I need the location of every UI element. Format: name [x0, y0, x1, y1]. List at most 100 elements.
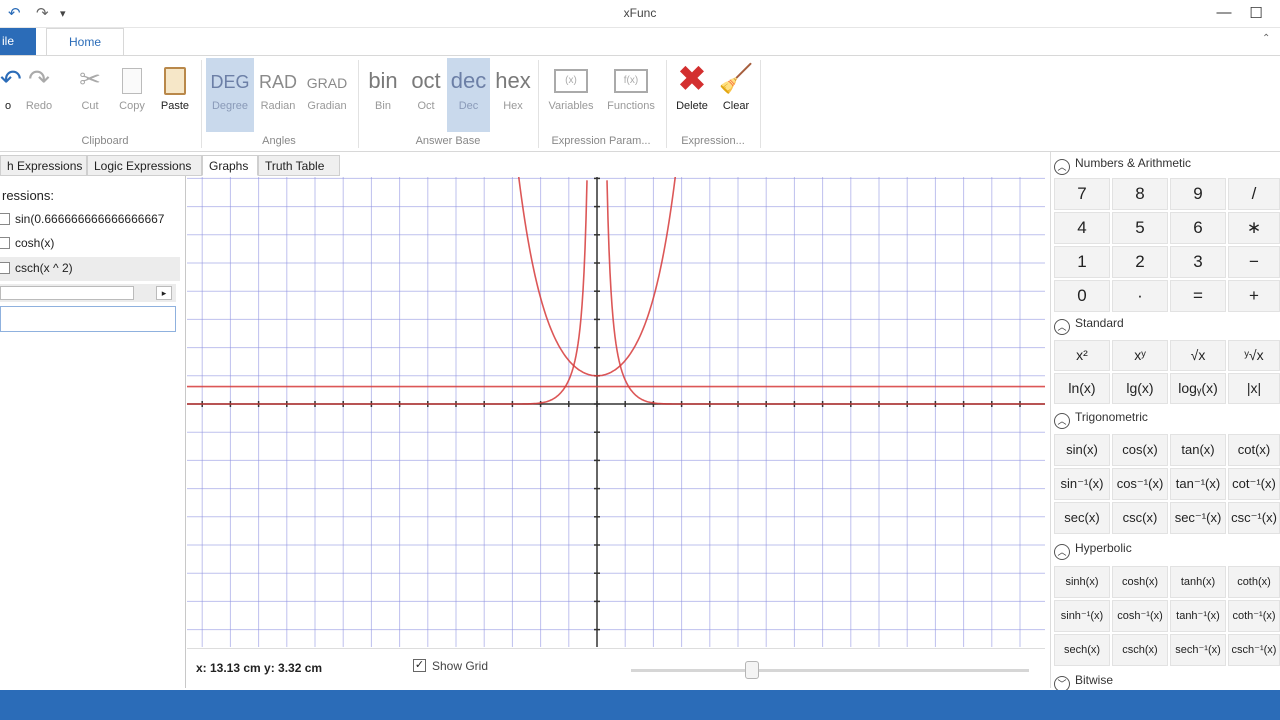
- trig-key[interactable]: tan(x): [1170, 434, 1226, 466]
- expression-checkbox[interactable]: [0, 237, 10, 249]
- trig-section-header[interactable]: ︿ Trigonometric: [1054, 410, 1148, 432]
- trig-key[interactable]: csc⁻¹(x): [1228, 502, 1280, 534]
- dec-button[interactable]: dec Dec: [447, 58, 490, 132]
- number-key[interactable]: ∗: [1228, 212, 1280, 244]
- collapse-ribbon-icon[interactable]: ⌃: [1262, 33, 1270, 44]
- expression-checkbox[interactable]: [0, 213, 10, 225]
- tab-truth-table[interactable]: Truth Table: [258, 155, 340, 176]
- number-key[interactable]: 0: [1054, 280, 1110, 312]
- trig-key[interactable]: sec(x): [1054, 502, 1110, 534]
- number-key[interactable]: /: [1228, 178, 1280, 210]
- hyperbolic-key[interactable]: sech⁻¹(x): [1170, 634, 1226, 666]
- tab-home[interactable]: Home: [46, 28, 124, 56]
- number-key[interactable]: 3: [1170, 246, 1226, 278]
- standard-key[interactable]: logᵧ(x): [1170, 373, 1226, 404]
- zoom-slider-thumb[interactable]: [745, 661, 759, 679]
- number-key[interactable]: 7: [1054, 178, 1110, 210]
- undo-label: o: [4, 100, 12, 112]
- zoom-slider-track[interactable]: [631, 669, 1029, 672]
- tab-logic-expressions[interactable]: Logic Expressions: [87, 155, 202, 176]
- standard-key[interactable]: |x|: [1228, 373, 1280, 404]
- trig-key[interactable]: cot⁻¹(x): [1228, 468, 1280, 500]
- redo-button[interactable]: ↷ Redo: [20, 58, 58, 132]
- standard-key[interactable]: √x: [1170, 340, 1226, 371]
- oct-button[interactable]: oct Oct: [406, 58, 446, 132]
- standard-key[interactable]: ʸ√x: [1228, 340, 1280, 371]
- ribbon-separator: [666, 60, 667, 148]
- hyperbolic-key[interactable]: coth⁻¹(x): [1228, 600, 1280, 632]
- copy-button[interactable]: Copy: [114, 58, 150, 132]
- expression-slider[interactable]: [0, 286, 134, 300]
- undo-icon[interactable]: ↶: [8, 4, 21, 22]
- tab-math-expressions[interactable]: h Expressions: [0, 155, 87, 176]
- trig-key[interactable]: cos⁻¹(x): [1112, 468, 1168, 500]
- undo-button[interactable]: ↶ o: [0, 58, 22, 132]
- expression-item[interactable]: cosh(x): [0, 232, 180, 256]
- redo-icon[interactable]: ↷: [36, 4, 49, 22]
- standard-key[interactable]: ln(x): [1054, 373, 1110, 404]
- hyperbolic-key[interactable]: csch⁻¹(x): [1228, 634, 1280, 666]
- scissors-icon: ✂: [79, 64, 101, 94]
- functions-button[interactable]: f(x) Functions: [602, 58, 660, 132]
- copy-icon: [114, 58, 150, 100]
- copy-label: Copy: [119, 100, 145, 112]
- hyperbolic-key[interactable]: coth(x): [1228, 566, 1280, 598]
- trig-key[interactable]: sec⁻¹(x): [1170, 502, 1226, 534]
- trig-key[interactable]: sin⁻¹(x): [1054, 468, 1110, 500]
- tab-file[interactable]: ile: [0, 28, 36, 55]
- number-key[interactable]: +: [1228, 280, 1280, 312]
- hyperbolic-key[interactable]: csch(x): [1112, 634, 1168, 666]
- trig-key[interactable]: csc(x): [1112, 502, 1168, 534]
- trig-key[interactable]: cot(x): [1228, 434, 1280, 466]
- expression-checkbox[interactable]: [0, 262, 10, 274]
- customize-qat-button[interactable]: ▾: [60, 7, 66, 20]
- hyperbolic-section-header[interactable]: ︿ Hyperbolic: [1054, 541, 1132, 563]
- number-key[interactable]: 8: [1112, 178, 1168, 210]
- trig-key[interactable]: tan⁻¹(x): [1170, 468, 1226, 500]
- trig-key[interactable]: cos(x): [1112, 434, 1168, 466]
- numbers-section-header[interactable]: ︿ Numbers & Arithmetic: [1054, 156, 1191, 178]
- graph-canvas[interactable]: [187, 162, 1045, 647]
- radian-button[interactable]: RAD Radian: [256, 58, 300, 132]
- standard-section-header[interactable]: ︿ Standard: [1054, 316, 1124, 338]
- expression-spin-button[interactable]: ▸: [156, 286, 172, 300]
- tab-graphs[interactable]: Graphs: [202, 155, 258, 176]
- standard-key[interactable]: lg(x): [1112, 373, 1168, 404]
- maximize-button[interactable]: ☐: [1246, 4, 1266, 22]
- trig-key[interactable]: sin(x): [1054, 434, 1110, 466]
- standard-key[interactable]: x²: [1054, 340, 1110, 371]
- number-key[interactable]: 2: [1112, 246, 1168, 278]
- new-expression-input[interactable]: [0, 306, 176, 332]
- number-key[interactable]: 9: [1170, 178, 1226, 210]
- cut-button[interactable]: ✂ Cut: [72, 58, 108, 132]
- hyperbolic-key[interactable]: sinh(x): [1054, 566, 1110, 598]
- gradian-button[interactable]: GRAD Gradian: [302, 58, 352, 132]
- hyperbolic-key[interactable]: sinh⁻¹(x): [1054, 600, 1110, 632]
- hyperbolic-key[interactable]: cosh(x): [1112, 566, 1168, 598]
- number-key[interactable]: 1: [1054, 246, 1110, 278]
- expression-item[interactable]: sin(0.666666666666666667: [0, 208, 180, 232]
- minimize-button[interactable]: —: [1214, 4, 1234, 21]
- hyperbolic-key[interactable]: tanh⁻¹(x): [1170, 600, 1226, 632]
- hex-button[interactable]: hex Hex: [492, 58, 534, 132]
- hyperbolic-key[interactable]: cosh⁻¹(x): [1112, 600, 1168, 632]
- delete-button[interactable]: ✖ Delete: [670, 58, 714, 132]
- expression-item-selected[interactable]: csch(x ^ 2): [0, 257, 180, 281]
- bin-button[interactable]: bin Bin: [362, 58, 404, 132]
- clear-button[interactable]: 🧹 Clear: [716, 58, 756, 132]
- number-key[interactable]: 5: [1112, 212, 1168, 244]
- hyperbolic-key[interactable]: tanh(x): [1170, 566, 1226, 598]
- number-key[interactable]: −: [1228, 246, 1280, 278]
- number-key[interactable]: ·: [1112, 280, 1168, 312]
- number-key[interactable]: 6: [1170, 212, 1226, 244]
- show-grid-label: Show Grid: [432, 659, 489, 673]
- show-grid-checkbox[interactable]: ✓: [413, 659, 426, 672]
- number-key[interactable]: 4: [1054, 212, 1110, 244]
- paste-button[interactable]: Paste: [156, 58, 194, 132]
- number-key[interactable]: =: [1170, 280, 1226, 312]
- degree-button[interactable]: DEG Degree: [206, 58, 254, 132]
- hyperbolic-key[interactable]: sech(x): [1054, 634, 1110, 666]
- standard-key[interactable]: xʸ: [1112, 340, 1168, 371]
- graph-plot[interactable]: [187, 162, 1045, 647]
- variables-button[interactable]: (x) Variables: [542, 58, 600, 132]
